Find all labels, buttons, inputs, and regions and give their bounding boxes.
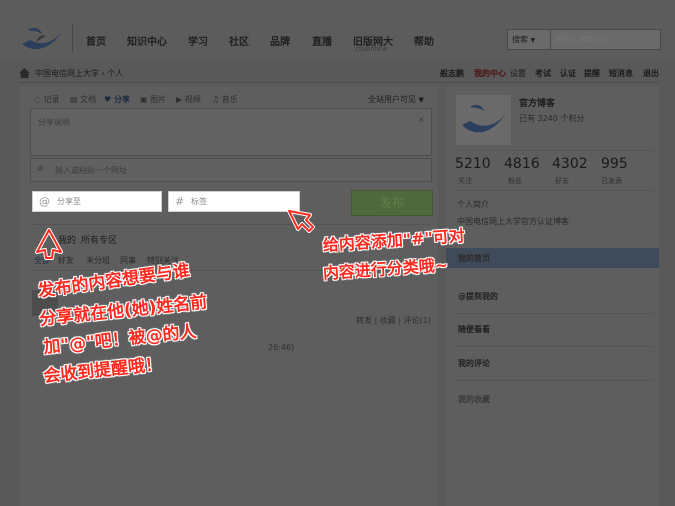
search-box: 搜索 ▼	[507, 29, 661, 50]
menu-separator-3	[452, 380, 654, 381]
share-to-field[interactable]: @ 分享至	[32, 191, 162, 212]
tag-placeholder: 标签	[191, 197, 207, 206]
image-icon: ▣	[140, 95, 148, 104]
header-divider	[72, 24, 73, 52]
stat-following-count[interactable]: 5210	[455, 156, 491, 172]
stat-fans-label: 粉丝	[508, 177, 522, 185]
site-header: 首页 知识中心 学习 社区 品牌 直播 旧版网大 ctuonline 帮助 搜索…	[0, 0, 675, 62]
chevron-down-icon: ▼	[418, 96, 424, 104]
profile-points: 已有 3240 个积分	[519, 114, 585, 123]
arrow-left-icon	[287, 209, 315, 233]
toplink-exam[interactable]: 考试	[535, 68, 551, 79]
nav-help[interactable]: 帮助	[414, 33, 434, 48]
stat-posts-count[interactable]: 995	[601, 156, 628, 172]
menu-my-home[interactable]: 我的首页	[458, 253, 490, 264]
tab-video-label: 视频	[184, 95, 201, 104]
arrow-up-icon	[35, 228, 63, 260]
stat-friends-count[interactable]: 4302	[552, 156, 588, 172]
tab-share-label: 分享	[113, 95, 130, 104]
toplink-settings[interactable]: 设置	[510, 68, 526, 79]
nav-learn[interactable]: 学习	[188, 33, 208, 48]
tab-record[interactable]: ◌ 记录	[34, 94, 60, 105]
composer-separator	[30, 224, 430, 225]
logo-icon[interactable]	[18, 22, 66, 56]
menu-comments[interactable]: 我的评论	[458, 358, 490, 369]
at-icon: @	[39, 195, 50, 208]
tab-doc[interactable]: ▤ 文档	[70, 94, 96, 105]
search-type-label: 搜索	[512, 35, 528, 44]
search-type-select[interactable]: 搜索 ▼	[508, 30, 551, 49]
url-placeholder: 输入或粘贴一个网址	[55, 166, 127, 175]
profile-avatar[interactable]	[456, 95, 511, 145]
post-actions[interactable]: 转发 | 收藏 | 评论(1)	[356, 315, 431, 326]
home-icon[interactable]	[19, 68, 30, 78]
toplink-messages[interactable]: 短消息	[609, 68, 633, 79]
stats-separator	[452, 190, 654, 191]
tab-music[interactable]: ♫ 音乐	[212, 94, 238, 105]
intro-text: 中国电信网上大学官方认证博客	[457, 217, 569, 226]
nav-brand[interactable]: 品牌	[270, 33, 290, 48]
feed-tab-all-zones[interactable]: 所有专区	[81, 233, 117, 246]
share-description-placeholder: 分享说明	[38, 118, 70, 127]
menu-separator-1	[452, 313, 654, 314]
close-icon[interactable]: ×	[418, 115, 425, 124]
link-icon: ⊘	[37, 164, 44, 173]
menu-favorites[interactable]: 我的收藏	[458, 394, 490, 405]
profile-separator	[452, 150, 654, 151]
share-description-field[interactable]: 分享说明 ×	[30, 108, 432, 156]
stat-following-label: 关注	[458, 177, 472, 185]
toplink-cert[interactable]: 认证	[560, 68, 576, 79]
nav-home[interactable]: 首页	[86, 33, 106, 48]
nav-live[interactable]: 直播	[312, 33, 332, 48]
intro-title: 个人简介	[457, 200, 489, 209]
menu-mentions[interactable]: @提到我的	[458, 291, 498, 302]
post-time: 26:46)	[268, 343, 295, 352]
video-icon: ▶	[176, 95, 183, 104]
toplink-user[interactable]: 般志鹏	[440, 68, 464, 79]
nav-community[interactable]: 社区	[229, 33, 249, 48]
menu-separator-2	[452, 346, 654, 347]
toplink-my-center[interactable]: 我的中心	[474, 68, 506, 79]
tag-field[interactable]: # 标签	[168, 191, 300, 212]
stat-fans-count[interactable]: 4816	[504, 156, 540, 172]
hash-icon: #	[175, 195, 185, 208]
heart-icon: ♥	[104, 95, 112, 104]
visibility-label: 全站用户可见	[368, 95, 416, 104]
tab-image[interactable]: ▣ 图片	[140, 94, 166, 105]
publish-button[interactable]: 发布	[351, 190, 433, 216]
stat-friends-label: 好友	[555, 177, 569, 185]
nav-old-version-sub: ctuonline	[355, 45, 388, 53]
tab-share[interactable]: ♥ 分享	[104, 94, 130, 105]
share-to-placeholder: 分享至	[57, 197, 81, 206]
tab-image-label: 图片	[150, 95, 167, 104]
url-input-row[interactable]: ⊘ 输入或粘贴一个网址	[30, 158, 432, 182]
search-input[interactable]	[554, 30, 656, 49]
music-icon: ♫	[212, 95, 220, 104]
tab-video[interactable]: ▶ 视频	[176, 94, 201, 105]
visibility-select[interactable]: 全站用户可见 ▼	[368, 94, 424, 105]
tab-record-label: 记录	[43, 95, 60, 104]
record-icon: ◌	[34, 95, 41, 104]
toplink-logout[interactable]: 退出	[643, 68, 659, 79]
stat-posts-label: 已发表	[601, 177, 622, 185]
tab-music-label: 音乐	[221, 95, 238, 104]
header-separator	[18, 82, 659, 83]
filter-ungrouped[interactable]: 未分组	[86, 255, 110, 266]
chevron-down-icon: ▼	[530, 37, 536, 44]
breadcrumb: 中国电信网上大学 › 个人	[35, 69, 124, 78]
toplink-remind[interactable]: 提醒	[584, 68, 600, 79]
menu-browse[interactable]: 随便看看	[458, 324, 490, 335]
nav-knowledge[interactable]: 知识中心	[127, 33, 167, 48]
tab-doc-label: 文档	[80, 95, 97, 104]
document-icon: ▤	[70, 95, 78, 104]
profile-name[interactable]: 官方博客	[519, 96, 555, 109]
